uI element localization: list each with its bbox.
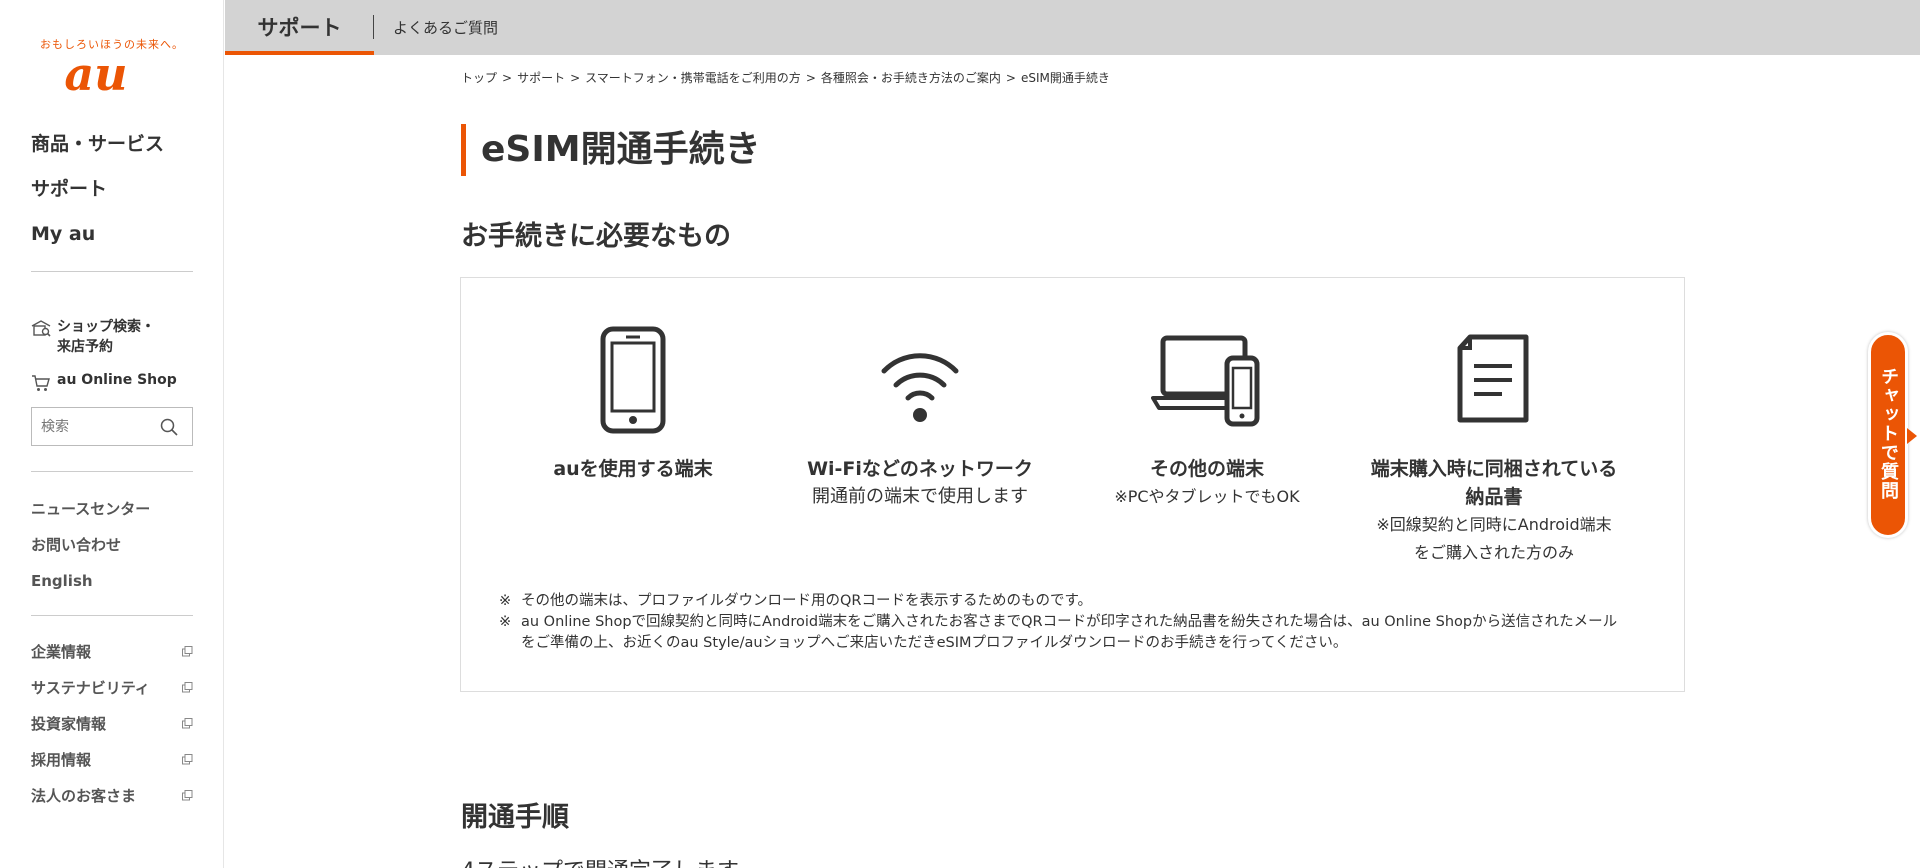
- breadcrumb-procedures[interactable]: 各種照会・お手続き方法のご案内: [821, 71, 1001, 85]
- requirement-subtitle-line2: をご購入された方のみ: [1413, 543, 1574, 562]
- breadcrumb-current: eSIM開通手続き: [1020, 71, 1110, 85]
- note-item: ※ au Online Shopで回線契約と同時にAndroid端末をご購入され…: [499, 614, 1618, 651]
- requirement-subtitle-line1: ※回線契約と同時にAndroid端末: [1376, 515, 1612, 534]
- search-input[interactable]: [32, 408, 152, 445]
- requirement-delivery-note: 端末購入時に同梱されている 納品書 ※回線契約と同時にAndroid端末 をご購…: [1354, 325, 1634, 567]
- requirement-other-device: その他の端末 ※PCやタブレットでもOK: [1067, 325, 1347, 511]
- top-bar: サポート よくあるご質問: [225, 0, 1920, 55]
- nav-support[interactable]: サポート: [31, 174, 164, 219]
- nav-contact[interactable]: お問い合わせ: [31, 534, 150, 570]
- tab-faq[interactable]: よくあるご質問: [393, 0, 498, 55]
- external-link-icon: [182, 790, 193, 801]
- corp-nav: 企業情報 サステナビリティ 投資家情報 採用情報 法人のお客さま: [31, 641, 193, 821]
- shop-search-label-2: 来店予約: [57, 339, 113, 355]
- requirement-subtitle: ※PCやタブレットでもOK: [1114, 487, 1300, 506]
- note-item: ※ その他の端末は、プロファイルダウンロード用のQRコードを表示するためのもので…: [499, 593, 1093, 609]
- divider: [31, 471, 193, 472]
- requirement-title-line1: 端末購入時に同梱されている: [1370, 458, 1618, 480]
- tab-support[interactable]: サポート: [225, 0, 374, 55]
- requirement-title: auを使用する端末: [553, 458, 713, 480]
- external-link-icon: [182, 682, 193, 693]
- au-logo[interactable]: おもしろいほうの未来へ。 au: [40, 36, 183, 101]
- nav-english[interactable]: English: [31, 570, 150, 606]
- requirement-title: Wi-Fiなどのネットワーク: [807, 458, 1033, 480]
- requirement-title: その他の端末: [1149, 458, 1264, 480]
- sidebar: おもしろいほうの未来へ。 au 商品・サービス サポート My au ショップ検…: [0, 0, 224, 868]
- requirement-subtitle: 開通前の端末で使用します: [812, 486, 1028, 507]
- requirements-box: auを使用する端末 Wi-Fiなどのネットワーク 開通前の端末で使用します その…: [460, 277, 1685, 692]
- nav-business[interactable]: 法人のお客さま: [31, 785, 193, 821]
- nav-investor-info[interactable]: 投資家情報: [31, 713, 193, 749]
- search-box: [31, 407, 193, 446]
- steps-intro: 4ステップで開通完了します: [461, 853, 739, 868]
- requirement-title-line2: 納品書: [1465, 486, 1523, 508]
- page-title: eSIM開通手続き: [461, 124, 761, 176]
- nav-my-au[interactable]: My au: [31, 219, 164, 264]
- shop-search-label-1: ショップ検索・: [57, 319, 155, 335]
- breadcrumb-smartphone[interactable]: スマートフォン・携帯電話をご利用の方: [585, 71, 801, 85]
- notes: ※ その他の端末は、プロファイルダウンロード用のQRコードを表示するためのもので…: [499, 591, 1659, 654]
- smartphone-icon: [600, 326, 666, 434]
- logo-brand: au: [64, 47, 128, 101]
- laptop-phone-icon: [1151, 335, 1260, 427]
- external-link-icon: [182, 718, 193, 729]
- chat-label: チャットで質問: [1878, 367, 1899, 500]
- search-icon[interactable]: [160, 418, 178, 436]
- requirement-au-device: auを使用する端末: [493, 325, 773, 483]
- section-heading-steps: 開通手順: [461, 802, 569, 833]
- external-link-icon: [182, 646, 193, 657]
- document-icon: [1457, 334, 1529, 423]
- divider: [31, 271, 193, 272]
- chat-arrow-icon: [1907, 428, 1917, 444]
- section-heading-requirements: お手続きに必要なもの: [461, 221, 731, 252]
- cart-icon: [32, 375, 50, 391]
- breadcrumb-support[interactable]: サポート: [517, 71, 565, 85]
- nav-products[interactable]: 商品・サービス: [31, 129, 164, 174]
- nav-news-center[interactable]: ニュースセンター: [31, 498, 150, 534]
- wifi-icon: [881, 353, 959, 422]
- requirement-wifi: Wi-Fiなどのネットワーク 開通前の端末で使用します: [780, 325, 1060, 511]
- au-online-shop-link[interactable]: au Online Shop: [31, 372, 177, 392]
- divider: [31, 615, 193, 616]
- shop-search-icon: [31, 320, 51, 337]
- external-link-icon: [182, 754, 193, 765]
- chat-button[interactable]: チャットで質問: [1868, 332, 1917, 538]
- tab-divider: [373, 15, 374, 39]
- breadcrumb: トップ > サポート > スマートフォン・携帯電話をご利用の方 > 各種照会・お手続き方法の…: [461, 71, 1110, 85]
- nav-recruitment[interactable]: 採用情報: [31, 749, 193, 785]
- shop-search-link[interactable]: ショップ検索・ 来店予約: [31, 317, 155, 357]
- nav-sustainability[interactable]: サステナビリティ: [31, 677, 193, 713]
- main-nav: 商品・サービス サポート My au: [31, 129, 164, 264]
- breadcrumb-top[interactable]: トップ: [461, 71, 497, 85]
- nav-corporate-info[interactable]: 企業情報: [31, 641, 193, 677]
- au-online-shop-label: au Online Shop: [57, 372, 177, 388]
- sub-nav: ニュースセンター お問い合わせ English: [31, 498, 150, 606]
